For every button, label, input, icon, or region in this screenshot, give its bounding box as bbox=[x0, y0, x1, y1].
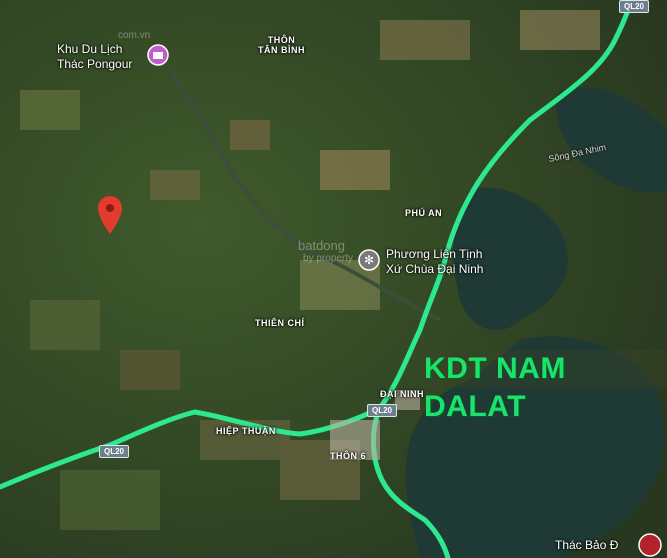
project-banner: KDT NAM DALAT bbox=[420, 350, 667, 423]
watermark-top: com.vn bbox=[118, 30, 151, 41]
waterfall-poi-icon[interactable] bbox=[638, 533, 662, 557]
road-shield-ql20: QL20 bbox=[99, 445, 130, 458]
place-label-line2: TÂN BÌNH bbox=[258, 45, 305, 55]
place-label-phu-an: PHÚ AN bbox=[405, 208, 443, 218]
poi-label-thac-bao-dai[interactable]: Thác Bảo Đ bbox=[555, 538, 618, 553]
place-label-line1: THÔN bbox=[267, 35, 296, 45]
watermark-center: batdong bbox=[298, 238, 345, 253]
road-shield-ql20: QL20 bbox=[619, 0, 650, 13]
satellite-map[interactable]: ✻ bbox=[0, 0, 667, 558]
temple-poi-icon[interactable]: ✻ bbox=[358, 249, 380, 271]
camera-poi-icon[interactable] bbox=[147, 44, 169, 66]
road-shield-ql20: QL20 bbox=[367, 404, 398, 417]
place-label-dai-ninh: ĐẠI NINH bbox=[380, 389, 424, 399]
place-label-thon-6: THÔN 6 bbox=[330, 451, 367, 461]
poi-label-chua-dai-ninh[interactable]: Phương Liên Tịnh Xứ Chùa Đại Ninh bbox=[386, 247, 483, 277]
place-label-thien-chi: THIÊN CHÍ bbox=[255, 318, 305, 328]
poi-label-line2: Xứ Chùa Đại Ninh bbox=[386, 262, 484, 276]
poi-label-line1: Phương Liên Tịnh bbox=[386, 247, 483, 261]
poi-label-pongour[interactable]: Khu Du Lịch Thác Pongour bbox=[57, 42, 132, 72]
svg-text:✻: ✻ bbox=[364, 253, 374, 267]
watermark-center-sub: by property bbox=[303, 253, 354, 264]
poi-label-line2: Thác Pongour bbox=[57, 57, 133, 71]
poi-label-line1: Khu Du Lịch bbox=[57, 42, 123, 56]
place-label-tan-binh: THÔN TÂN BÌNH bbox=[258, 35, 305, 55]
place-label-hiep-thuan: HIỆP THUẬN bbox=[216, 426, 276, 436]
